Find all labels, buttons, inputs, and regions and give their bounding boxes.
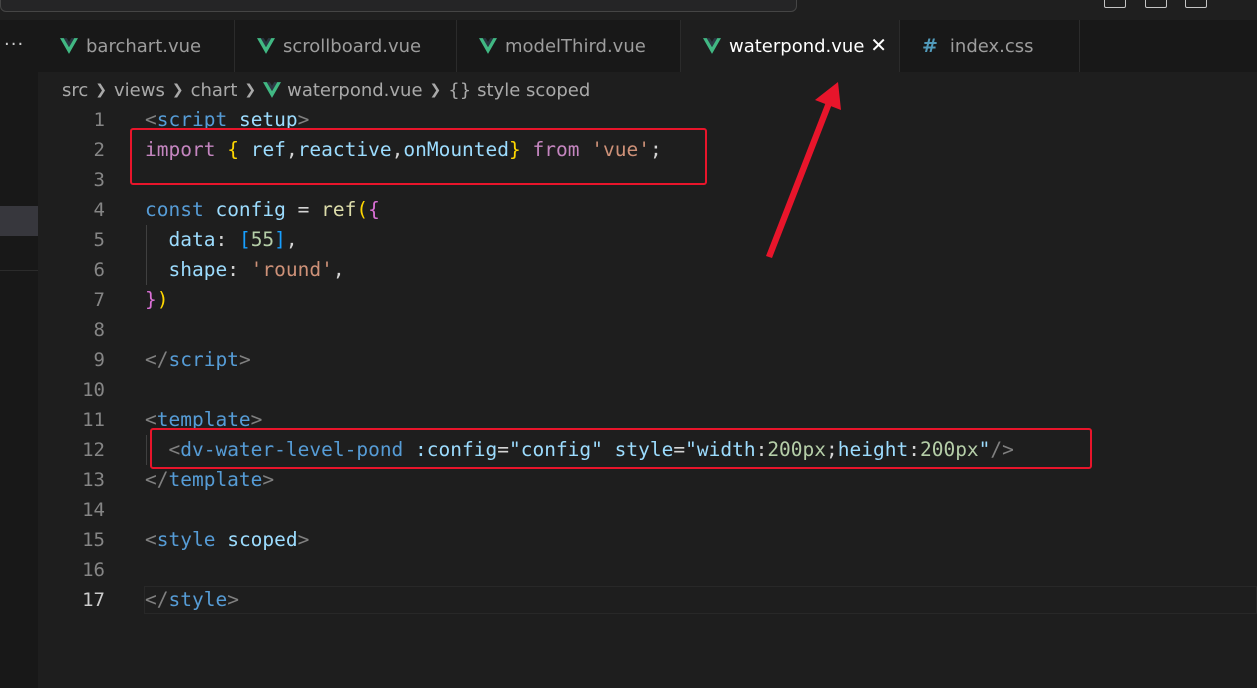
breadcrumb-item-chart[interactable]: chart [191,80,238,101]
more-icon[interactable]: ··· [4,34,24,55]
title-bar [0,0,1257,20]
code-line-7: }) [145,288,169,311]
vue-file-icon [60,38,78,54]
tab-barchart[interactable]: barchart.vue [38,20,235,72]
line-number: 3 [93,169,105,191]
code-line-15: <style scoped> [145,528,310,551]
line-number: 10 [82,379,105,401]
line-number: 12 [82,439,105,461]
line-number: 14 [82,499,105,521]
tab-label: scrollboard.vue [283,35,422,57]
line-number: 5 [93,229,105,251]
close-icon[interactable]: ✕ [870,33,887,57]
activity-item-selected[interactable] [0,206,38,236]
breadcrumb-item-src[interactable]: src [62,80,88,101]
current-line-highlight [144,586,1257,614]
symbol-braces-icon: {} [448,79,472,101]
vue-file-icon [703,38,721,54]
tab-bar: barchart.vue scrollboard.vue modelThird.… [38,20,1257,72]
chevron-right-icon: ❯ [95,82,108,98]
breadcrumb-item-file[interactable]: waterpond.vue [287,80,422,101]
tab-label: waterpond.vue [729,35,865,57]
tab-label: index.css [949,35,1034,57]
vue-file-icon [479,38,497,54]
tab-index-css[interactable]: # index.css [900,20,1080,72]
annotation-box-import [130,128,707,185]
code-editor[interactable]: 1 2 3 4 5 6 7 8 9 10 11 12 13 14 15 16 1… [38,105,1257,688]
code-line-6: shape: 'round', [168,258,345,281]
code-line-4: const config = ref({ [145,198,380,221]
tab-modelthird[interactable]: modelThird.vue [457,20,681,72]
line-number: 13 [82,469,105,491]
layout-sidebar-icon[interactable] [1104,0,1126,8]
chevron-right-icon: ❯ [171,82,184,98]
css-file-icon: # [922,35,938,57]
code-line-13: </template> [145,468,275,491]
line-number: 9 [93,349,105,371]
tab-label: modelThird.vue [505,35,646,57]
activity-divider [0,270,38,271]
line-number: 6 [93,259,105,281]
line-number: 16 [82,559,105,581]
line-number: 15 [82,529,105,551]
line-number: 8 [93,319,105,341]
tab-scrollboard[interactable]: scrollboard.vue [235,20,457,72]
tab-label: barchart.vue [86,35,202,57]
layout-secondary-icon[interactable] [1185,0,1207,8]
breadcrumb: src ❯ views ❯ chart ❯ waterpond.vue ❯ {}… [62,77,590,103]
layout-panel-icon[interactable] [1145,0,1167,8]
line-number: 4 [93,199,105,221]
line-number: 1 [93,109,105,131]
breadcrumb-item-symbol[interactable]: style scoped [477,80,590,101]
code-line-5: data: [55], [168,228,298,251]
tab-waterpond[interactable]: waterpond.vue ✕ [681,20,900,72]
chevron-right-icon: ❯ [244,82,257,98]
vue-file-icon [257,38,275,54]
line-number: 2 [93,139,105,161]
code-line-17: </style> [145,588,239,611]
activity-bar: ··· [0,20,38,688]
command-center[interactable] [0,0,797,12]
line-number: 11 [82,409,105,431]
breadcrumb-item-views[interactable]: views [114,80,165,101]
vue-file-icon [263,82,282,98]
chevron-right-icon: ❯ [429,82,442,98]
line-number: 7 [93,289,105,311]
code-line-9: </script> [145,348,251,371]
line-number-current: 17 [82,589,105,611]
annotation-box-component [150,428,1092,469]
